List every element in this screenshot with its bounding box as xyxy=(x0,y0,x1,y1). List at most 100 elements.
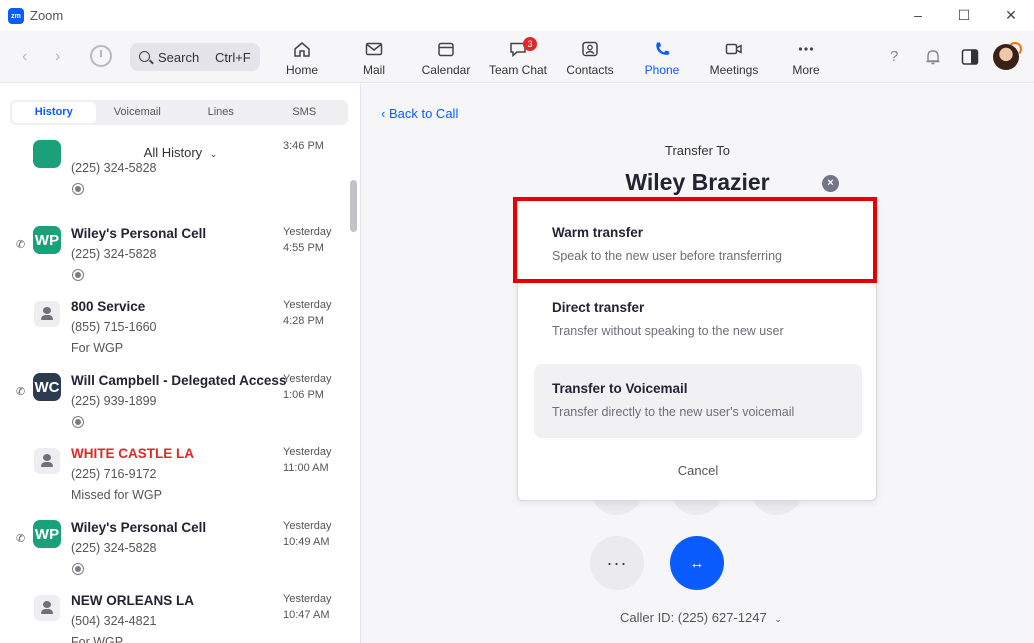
option-description: Transfer without speaking to the new use… xyxy=(552,324,784,338)
transfer-call-icon: ↔ xyxy=(689,554,705,572)
tab-voicemail[interactable]: Voicemail xyxy=(96,102,180,123)
call-day: Yesterday xyxy=(283,373,332,385)
nav-contacts[interactable]: Contacts xyxy=(555,37,625,81)
option-title: Direct transfer xyxy=(552,300,645,315)
history-tabs: History Voicemail Lines SMS xyxy=(10,100,348,125)
user-avatar[interactable] xyxy=(993,42,1022,70)
nav-phone-label: Phone xyxy=(644,63,680,77)
call-row[interactable]: ✆ WC Will Campbell - Delegated Access (2… xyxy=(0,373,348,443)
call-row[interactable]: (225) 324-5828 3:46 PM xyxy=(0,140,348,210)
close-window-button[interactable]: ✕ xyxy=(998,4,1024,26)
person-icon xyxy=(41,601,53,614)
call-line-note: For WGP xyxy=(71,635,124,643)
forwarded-call-icon: ✆ xyxy=(16,386,26,398)
nav-mail[interactable]: Mail xyxy=(339,37,409,81)
more-icon xyxy=(798,47,814,51)
side-panel-icon[interactable] xyxy=(961,48,979,66)
chevron-down-icon: ⌄ xyxy=(774,614,782,624)
search-input[interactable]: Search Ctrl+F xyxy=(130,43,260,71)
caller-name: Wiley's Personal Cell xyxy=(71,226,207,241)
video-icon xyxy=(725,43,742,55)
mail-icon xyxy=(365,42,383,56)
call-row[interactable]: WHITE CASTLE LA (225) 716-9172 Missed fo… xyxy=(0,446,348,516)
nav-home[interactable]: Home xyxy=(267,37,337,81)
search-label: Search xyxy=(158,50,200,65)
tab-history[interactable]: History xyxy=(12,102,96,123)
clear-contact-button[interactable]: × xyxy=(822,175,839,192)
scroll-thumb[interactable] xyxy=(350,180,357,232)
nav-team-chat-label: Team Chat xyxy=(488,63,548,77)
tab-lines[interactable]: Lines xyxy=(179,102,263,123)
nav-phone[interactable]: Phone xyxy=(627,37,697,81)
contact-avatar: WP xyxy=(33,226,61,254)
contact-avatar xyxy=(34,595,60,621)
option-description: Transfer directly to the new user's voic… xyxy=(552,405,795,419)
nav-meetings[interactable]: Meetings xyxy=(699,37,769,81)
call-time: 10:47 AM xyxy=(283,609,330,621)
call-time: 11:00 AM xyxy=(283,462,329,474)
caller-name: Wiley's Personal Cell xyxy=(71,520,207,535)
nav-team-chat[interactable]: 3 Team Chat xyxy=(483,37,553,81)
call-line-note: Missed for WGP xyxy=(71,488,162,502)
call-day: Yesterday xyxy=(283,299,332,311)
call-day: Yesterday xyxy=(283,520,332,532)
call-line-note: For WGP xyxy=(71,341,124,355)
contact-avatar xyxy=(33,140,61,168)
contact-avatar: WP xyxy=(33,520,61,548)
back-to-call-link[interactable]: ‹ Back to Call xyxy=(381,106,458,121)
nav-contacts-label: Contacts xyxy=(566,63,614,77)
forwarded-call-icon: ✆ xyxy=(16,533,26,545)
caller-id-dropdown[interactable]: Caller ID: (225) 627-1247 ⌄ xyxy=(620,610,782,625)
transfer-call-button[interactable]: ↔ xyxy=(670,536,724,590)
calendar-icon xyxy=(438,42,454,57)
help-icon[interactable]: ? xyxy=(890,48,898,65)
call-number: (504) 324-4821 xyxy=(71,614,157,628)
chevron-left-icon: ‹ xyxy=(381,106,386,121)
contact-avatar xyxy=(34,301,60,327)
call-number: (225) 324-5828 xyxy=(71,541,157,555)
forward-arrow-icon[interactable]: › xyxy=(55,48,60,66)
call-time: 10:49 AM xyxy=(283,536,330,548)
nav-more[interactable]: More xyxy=(771,37,841,81)
window-title: Zoom xyxy=(30,8,64,23)
call-list-scrollbar[interactable] xyxy=(349,180,357,643)
call-row[interactable]: ✆ WP Wiley's Personal Cell (225) 324-582… xyxy=(0,226,348,296)
call-number: (225) 324-5828 xyxy=(71,247,157,261)
unread-badge: 3 xyxy=(523,37,537,51)
zoom-logo-icon: zm xyxy=(8,8,24,24)
tab-sms[interactable]: SMS xyxy=(263,102,347,123)
direct-transfer-option[interactable]: Direct transfer Transfer without speakin… xyxy=(534,282,862,356)
notification-bell-icon[interactable] xyxy=(924,48,942,66)
contact-avatar: WC xyxy=(33,373,61,401)
call-day: Yesterday xyxy=(283,446,332,458)
forwarded-call-icon: ✆ xyxy=(16,239,26,251)
cancel-button[interactable]: Cancel xyxy=(518,463,878,478)
top-toolbar: ‹ › Search Ctrl+F Home Mail Calendar 3 T… xyxy=(0,31,1034,83)
person-icon xyxy=(41,454,53,467)
recent-history-icon[interactable] xyxy=(90,45,112,67)
call-time: 3:46 PM xyxy=(283,140,324,152)
more-options-button[interactable]: ··· xyxy=(590,536,644,590)
highlight-box xyxy=(513,197,877,283)
call-row[interactable]: ✆ WP Wiley's Personal Cell (225) 324-582… xyxy=(0,520,348,590)
caller-id-label: Caller ID: (225) 627-1247 xyxy=(620,610,767,625)
transfer-contact-name: Wiley Brazier xyxy=(625,169,770,195)
back-to-call-label: Back to Call xyxy=(388,106,459,121)
option-title: Transfer to Voicemail xyxy=(552,381,688,396)
call-number: (225) 716-9172 xyxy=(71,467,157,481)
back-arrow-icon[interactable]: ‹ xyxy=(22,48,27,66)
search-shortcut: Ctrl+F xyxy=(215,50,251,65)
call-history-panel: History Voicemail Lines SMS All History … xyxy=(0,84,361,643)
maximize-button[interactable]: ☐ xyxy=(951,4,977,26)
caller-name: WHITE CASTLE LA xyxy=(71,446,194,461)
recording-icon xyxy=(72,416,84,428)
call-row[interactable]: NEW ORLEANS LA (504) 324-4821 For WGP Ye… xyxy=(0,593,348,643)
contact-avatar xyxy=(34,448,60,474)
call-row[interactable]: 800 Service (855) 715-1660 For WGP Yeste… xyxy=(0,299,348,369)
minimize-button[interactable]: – xyxy=(905,4,931,26)
nav-calendar[interactable]: Calendar xyxy=(411,37,481,81)
caller-name: Will Campbell - Delegated Access xyxy=(71,373,287,388)
transfer-to-voicemail-option[interactable]: Transfer to Voicemail Transfer directly … xyxy=(534,364,862,438)
call-time: 4:28 PM xyxy=(283,315,324,327)
recording-icon xyxy=(72,563,84,575)
